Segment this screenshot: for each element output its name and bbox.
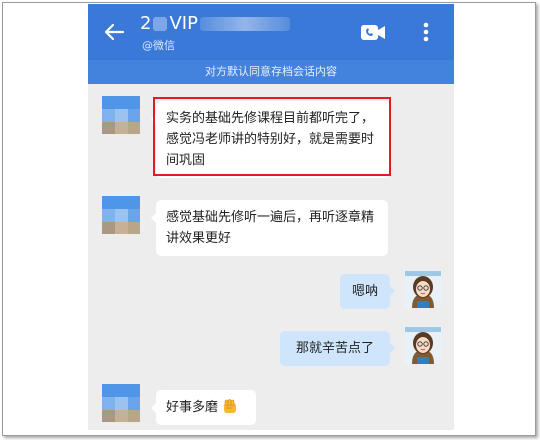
- contact-name-prefix: 2: [140, 13, 152, 34]
- avatar-contact[interactable]: [102, 196, 140, 234]
- contact-name: 2 VIP: [140, 13, 290, 34]
- contact-subtitle: @微信: [142, 39, 175, 52]
- avatar-contact[interactable]: [102, 96, 140, 134]
- fist-emoji-icon: [222, 398, 238, 414]
- archive-notice: 对方默认同意存档会话内容: [88, 60, 454, 84]
- message-bubble: 实务的基础先修课程目前都听完了，感觉冯老师讲的特别好，就是需要时间巩固: [151, 101, 390, 178]
- contact-name-suffix: VIP: [169, 13, 198, 34]
- message-bubble-self: 那就辛苦点了: [280, 331, 395, 366]
- video-call-icon[interactable]: [360, 22, 386, 44]
- avatar-self[interactable]: [404, 270, 442, 308]
- avatar-self[interactable]: [404, 326, 442, 364]
- chat-header: 2 VIP @微信: [88, 4, 454, 60]
- chat-window: 2 VIP @微信 对方默认同意存档会话内容 实务的基础先修课程目前都听完了，感…: [88, 4, 454, 430]
- message-text: 好事多磨: [166, 400, 219, 415]
- avatar-contact[interactable]: [102, 384, 140, 422]
- message-bubble: 好事多磨: [151, 390, 256, 425]
- name-blur-mask: [153, 16, 168, 31]
- more-vertical-icon[interactable]: [418, 18, 434, 46]
- message-bubble-self: 嗯呐: [340, 274, 395, 309]
- name-blur-mask: [199, 16, 290, 31]
- message-bubble: 感觉基础先修听一遍后，再听逐章精讲效果更好: [151, 200, 388, 256]
- back-arrow-icon[interactable]: [102, 20, 126, 44]
